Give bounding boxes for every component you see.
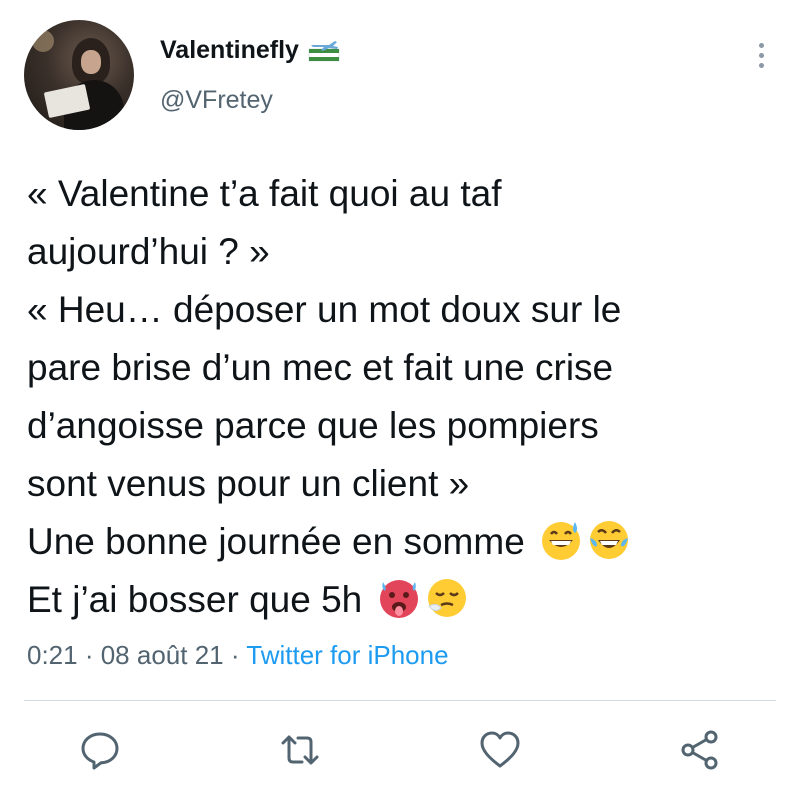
tweet-meta: 0:21 · 08 août 21 · Twitter for iPhone bbox=[27, 640, 449, 671]
retweet-icon bbox=[281, 735, 319, 765]
avatar[interactable] bbox=[24, 20, 134, 130]
hot-face-emoji bbox=[377, 576, 421, 620]
tweet-line-emoji: Et j’ai bosser que 5h bbox=[27, 571, 787, 629]
tweet-line: sont venus pour un client » bbox=[27, 463, 470, 504]
divider bbox=[24, 700, 776, 701]
tweet-line: « Heu… déposer un mot doux sur le bbox=[27, 289, 622, 330]
avatar-face bbox=[81, 50, 101, 74]
tweet-source-link[interactable]: Twitter for iPhone bbox=[246, 640, 448, 670]
relieved-sleepy-emoji bbox=[425, 576, 469, 620]
like-button[interactable] bbox=[478, 728, 522, 772]
tweet-date: 08 août 21 bbox=[100, 640, 224, 670]
tweet-line-text: Et j’ai bosser que 5h bbox=[27, 579, 363, 620]
tweet-line-text: Une bonne journée en somme bbox=[27, 521, 525, 562]
retweet-button[interactable] bbox=[278, 728, 322, 772]
grinning-sweat-emoji bbox=[539, 518, 583, 562]
tweet-time: 0:21 bbox=[27, 640, 78, 670]
user-handle[interactable]: @VFretey bbox=[160, 86, 273, 115]
more-vertical-icon[interactable] bbox=[750, 40, 772, 70]
meta-separator: · bbox=[223, 640, 247, 670]
display-name[interactable]: Valentinefly bbox=[160, 36, 341, 65]
display-name-text[interactable]: Valentinefly bbox=[160, 36, 299, 65]
reply-icon bbox=[81, 732, 119, 770]
share-button[interactable] bbox=[678, 728, 722, 772]
avatar-light bbox=[32, 30, 54, 52]
tweet-text: « Valentine t’a fait quoi au taf aujourd… bbox=[27, 165, 787, 629]
share-icon bbox=[681, 730, 718, 770]
tweet-line: aujourd’hui ? » bbox=[27, 231, 270, 272]
heart-icon bbox=[480, 731, 520, 768]
tweet-line: d’angoisse parce que les pompiers bbox=[27, 405, 599, 446]
meta-separator: · bbox=[77, 640, 101, 670]
airplane-flag-icon bbox=[307, 39, 341, 63]
tweet-line: pare brise d’un mec et fait une crise bbox=[27, 347, 614, 388]
tweet-line-emoji: Une bonne journée en somme bbox=[27, 513, 787, 571]
reply-button[interactable] bbox=[78, 728, 122, 772]
tears-of-joy-emoji bbox=[587, 518, 631, 562]
tweet-line: « Valentine t’a fait quoi au taf bbox=[27, 173, 502, 214]
